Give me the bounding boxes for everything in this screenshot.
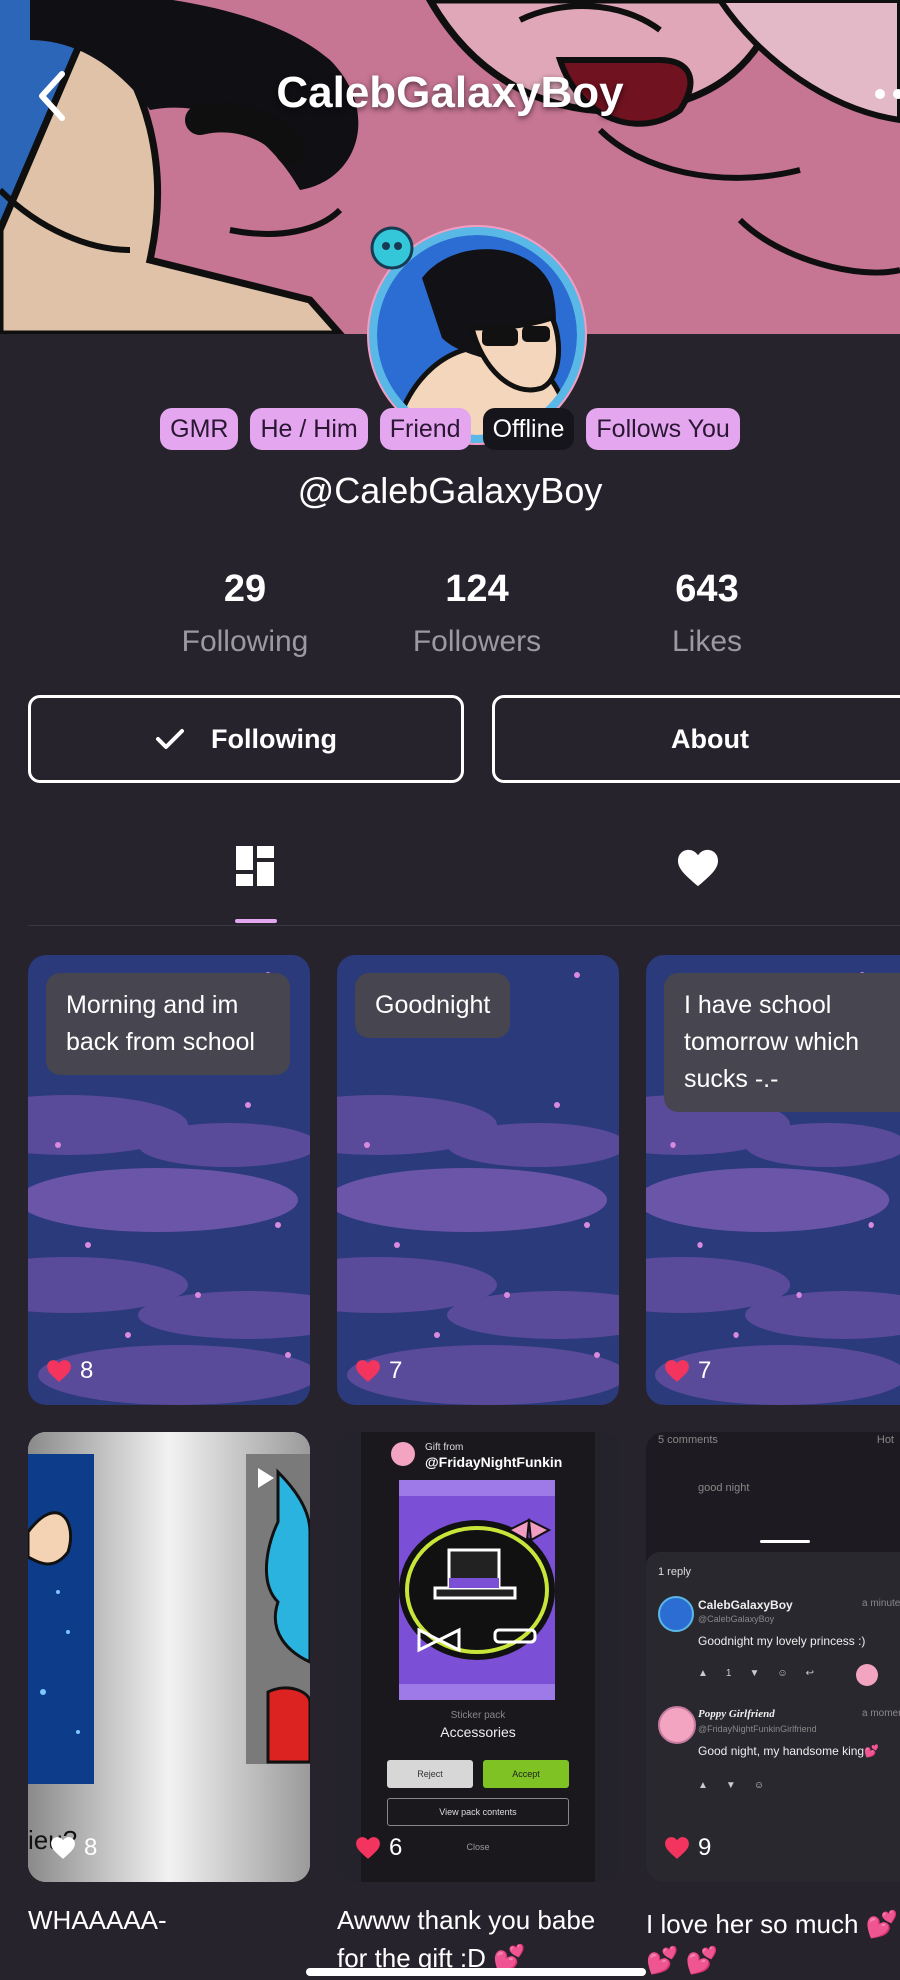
tab-posts[interactable]: [232, 843, 278, 889]
post-1-likes[interactable]: 8: [46, 1357, 93, 1385]
comment-2-avatar: [658, 1706, 696, 1744]
post-2-like-count: 7: [389, 1357, 403, 1384]
following-button[interactable]: Following: [28, 695, 464, 783]
badge-pronouns: He / Him: [250, 408, 368, 450]
add-reaction-icon[interactable]: ☺: [777, 1668, 787, 1679]
comment-1-time: a minute: [862, 1598, 900, 1609]
post-6-caption-line1: I love her so much 💕: [646, 1909, 899, 1939]
active-tab-indicator: [235, 919, 277, 923]
post-1-like-count: 8: [80, 1357, 94, 1384]
post-card-6[interactable]: 5 comments Hot good night 1 reply CalebG…: [646, 1432, 900, 1882]
post-1-text: Morning and im back from school: [46, 973, 290, 1075]
following-label: Following: [181, 625, 309, 658]
like-heart-icon: [665, 1360, 689, 1382]
gift-name: Accessories: [440, 1724, 516, 1740]
comment-1-actions: ▲ 1 ▼ ☺ ↩: [698, 1668, 814, 1679]
video-thumbnail-image: [28, 1432, 310, 1882]
post-card-1[interactable]: Morning and im back from school 8: [28, 955, 310, 1405]
like-heart-icon: [665, 1837, 689, 1859]
gift-from-label: Gift from: [425, 1442, 464, 1453]
thread-reply-count: 1 reply: [658, 1566, 692, 1578]
page-title: CalebGalaxyBoy: [276, 68, 624, 117]
comment-2-actions: ▲ ▼ ☺: [698, 1780, 764, 1791]
post-card-3[interactable]: I have school tomorrow which sucks -.- 7: [646, 955, 900, 1405]
tab-divider: [28, 925, 900, 926]
post-6-caption-line2: 💕 💕: [646, 1945, 718, 1975]
gift-view-contents-button[interactable]: View pack contents: [387, 1798, 569, 1826]
more-options-button[interactable]: [870, 78, 900, 108]
thumbs-down-icon[interactable]: ▼: [749, 1668, 759, 1679]
profile-handle: @CalebGalaxyBoy: [297, 470, 603, 511]
post-5-caption-line1: Awww thank you babe: [337, 1905, 596, 1935]
comment-2-time: a moment: [862, 1708, 900, 1719]
gift-sender-avatar: [391, 1442, 415, 1466]
likes-count: 643: [675, 568, 739, 610]
post-4-likes[interactable]: 8: [50, 1834, 97, 1862]
post-card-2[interactable]: Goodnight 7: [337, 955, 619, 1405]
post-card-4[interactable]: ieu? 8: [28, 1432, 310, 1882]
following-count: 29: [223, 568, 267, 610]
thumbs-up-icon[interactable]: ▲: [698, 1668, 708, 1679]
post-card-5[interactable]: Gift from @FridayNightFunkin Sticker pac…: [337, 1432, 619, 1882]
tab-liked[interactable]: [676, 848, 720, 888]
like-heart-icon: [356, 1360, 380, 1382]
badge-friend: Friend: [379, 408, 471, 450]
comment-1-like-count: 1: [725, 1668, 732, 1679]
gift-accept-button[interactable]: Accept: [483, 1760, 569, 1788]
comment-2-user: Poppy Girlfriend: [698, 1708, 775, 1720]
followers-label: Followers: [412, 625, 542, 658]
badge-gmr: GMR: [160, 408, 239, 450]
comment-2-text: Good night, my handsome king💕: [698, 1744, 880, 1758]
stat-followers[interactable]: 124 Followers: [357, 568, 597, 659]
about-button-label: About: [671, 723, 749, 754]
like-heart-icon: [47, 1360, 71, 1382]
more-dots-icon: [875, 89, 900, 99]
stat-likes[interactable]: 643 Likes: [587, 568, 827, 659]
badge-offline: Offline: [482, 408, 575, 450]
thread-comments-count: 5 comments: [658, 1434, 718, 1446]
reaction-avatar: [856, 1664, 878, 1686]
post-2-text: Goodnight: [355, 973, 511, 1038]
home-indicator: [306, 1968, 646, 1976]
add-reaction-icon[interactable]: ☺: [754, 1780, 764, 1791]
post-4-like-count: 8: [84, 1834, 98, 1861]
stat-following[interactable]: 29 Following: [125, 568, 365, 659]
about-button[interactable]: About: [492, 695, 900, 783]
thumbs-down-icon[interactable]: ▼: [726, 1780, 736, 1791]
gift-type: Sticker pack: [450, 1710, 506, 1721]
like-heart-icon: [51, 1837, 75, 1859]
profile-badges: GMR He / Him Friend Offline Follows You: [0, 408, 900, 450]
comment-1-user: CalebGalaxyBoy: [698, 1598, 793, 1612]
grid-icon: [236, 846, 274, 886]
post-6-like-count: 9: [698, 1834, 712, 1861]
reply-icon[interactable]: ↩: [806, 1668, 814, 1679]
post-5-like-count: 6: [389, 1834, 403, 1861]
badge-follows-you: Follows You: [586, 408, 740, 450]
post-3-like-count: 7: [698, 1357, 712, 1384]
sheet-handle: [760, 1540, 810, 1543]
post-3-text: I have school tomorrow which sucks -.-: [664, 973, 900, 1112]
thumbs-up-icon[interactable]: ▲: [698, 1780, 708, 1791]
comment-1-text: Goodnight my lovely princess :): [698, 1634, 866, 1648]
gift-reject-button[interactable]: Reject: [387, 1760, 473, 1788]
following-button-label: Following: [211, 723, 337, 754]
thread-sort: Hot: [876, 1434, 894, 1446]
followers-count: 124: [445, 568, 509, 610]
post-5-likes[interactable]: 6: [355, 1834, 402, 1862]
comment-2-handle: @FridayNightFunkinGirlfriend: [698, 1724, 817, 1734]
sticker-pack-image: [399, 1480, 555, 1700]
post-6-likes[interactable]: 9: [664, 1834, 711, 1862]
checkmark-icon: [156, 729, 184, 749]
gift-from-user: @FridayNightFunkin: [425, 1454, 563, 1470]
likes-label: Likes: [671, 625, 743, 658]
like-heart-icon: [356, 1837, 380, 1859]
post-3-likes[interactable]: 7: [664, 1357, 711, 1385]
thread-prev-reply: good night: [698, 1482, 750, 1494]
comment-1-handle: @CalebGalaxyBoy: [698, 1614, 775, 1624]
heart-icon: [678, 849, 718, 887]
post-4-caption: WHAAAAA-: [28, 1905, 167, 1935]
post-2-likes[interactable]: 7: [355, 1357, 402, 1385]
comment-1-avatar: [658, 1596, 694, 1632]
